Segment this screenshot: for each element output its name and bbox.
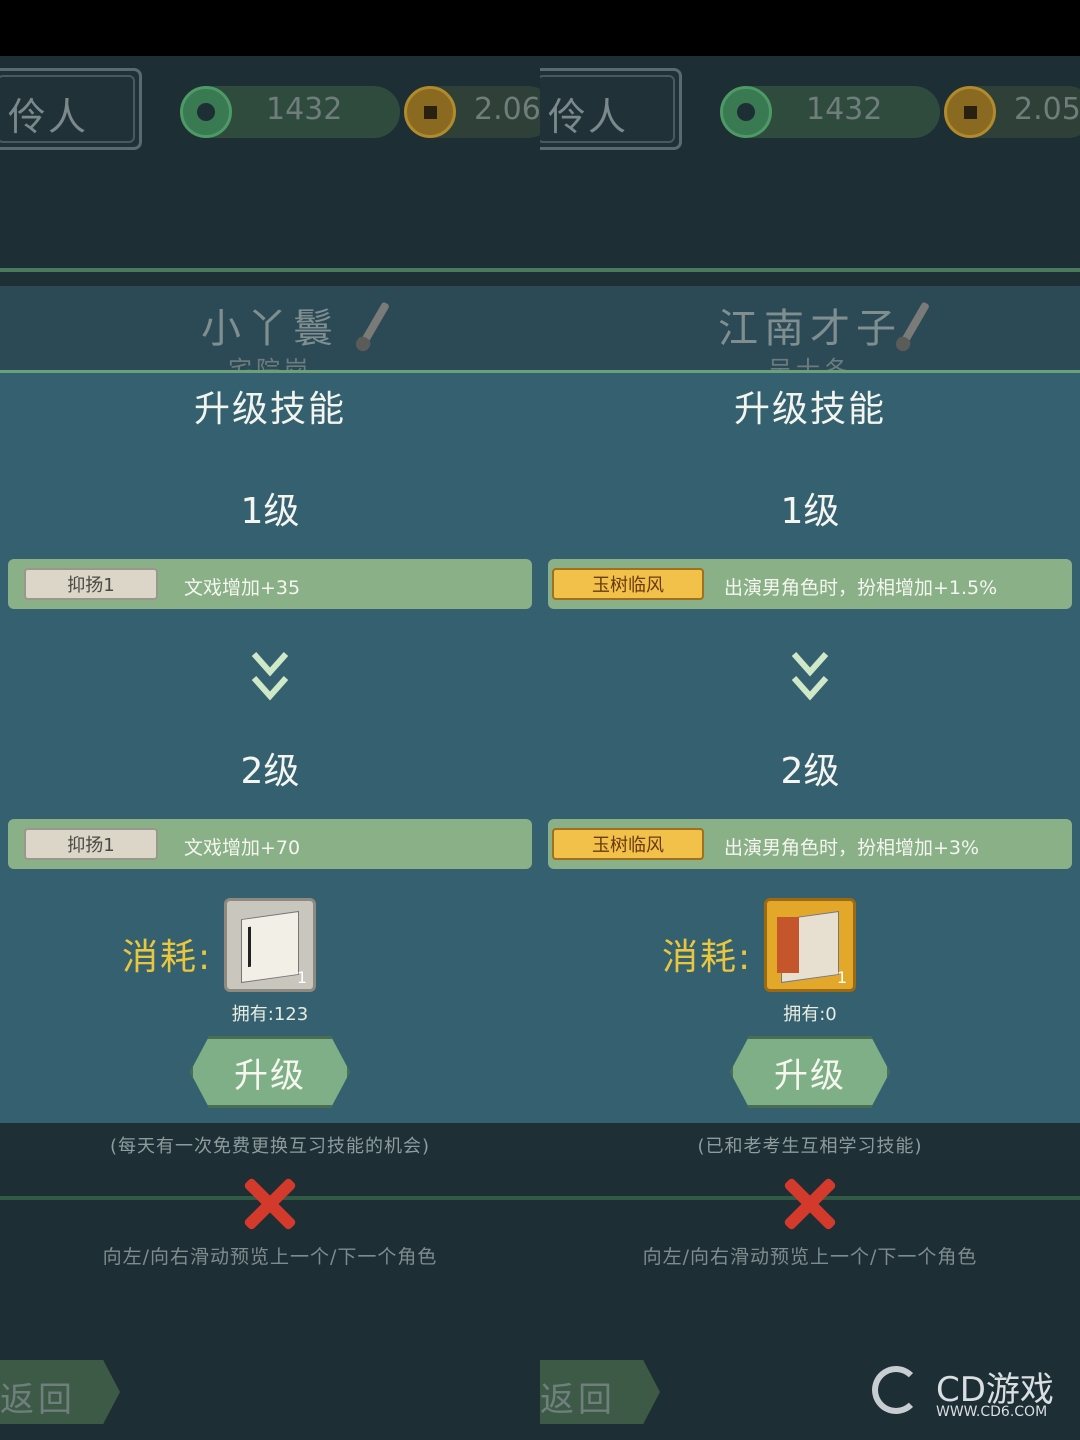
skill-badge: 玉树临风 <box>552 568 704 600</box>
skill-badge: 玉树临风 <box>552 828 704 860</box>
skill-badge: 抑扬1 <box>24 568 158 600</box>
status-bar <box>540 0 1080 56</box>
category-tag[interactable]: 伶人 <box>548 86 628 141</box>
upgrade-button-label[interactable]: 升级 <box>730 1048 890 1097</box>
skill-badge: 抑扬1 <box>24 828 158 860</box>
back-button-label[interactable]: 返回 <box>0 1372 76 1421</box>
owned-count: 拥有:123 <box>231 1004 309 1025</box>
item-count: 1 <box>296 968 307 987</box>
jade-value: 1432 <box>806 92 883 127</box>
coin-icon <box>404 86 456 138</box>
upgrade-button-label[interactable]: 升级 <box>190 1048 350 1097</box>
skill-description: 文戏增加+70 <box>184 837 301 859</box>
info-note: (已和老考生互相学习技能) <box>697 1136 923 1157</box>
skill-item-icon[interactable]: 1 <box>764 898 856 992</box>
skill-description: 出演男角色时，扮相增加+1.5% <box>724 577 998 599</box>
info-note: (每天有一次免费更换互习技能的机会) <box>109 1136 431 1157</box>
owned-count: 拥有:0 <box>783 1004 837 1025</box>
skill-description: 出演男角色时，扮相增加+3% <box>724 837 980 859</box>
watermark: CD游戏 WWW.CD6.COM <box>872 1362 1072 1426</box>
watermark-sub: WWW.CD6.COM <box>936 1404 1048 1420</box>
coin-icon <box>944 86 996 138</box>
cd-logo-icon <box>872 1366 920 1414</box>
close-icon[interactable] <box>782 1176 838 1232</box>
item-count: 1 <box>836 968 847 987</box>
next-level: 2级 <box>780 751 840 792</box>
chevron-down-icon <box>251 652 289 701</box>
skill-description: 文戏增加+35 <box>184 577 301 599</box>
jade-value: 1432 <box>266 92 343 127</box>
category-tag[interactable]: 伶人 <box>8 86 88 141</box>
character-name: 小丫鬟 <box>201 306 339 352</box>
jade-icon <box>180 86 232 138</box>
coin-value: 2.06 <box>474 92 540 127</box>
cost-label: 消耗: <box>122 937 213 978</box>
dialog-title: 升级技能 <box>733 389 886 430</box>
swipe-hint: 向左/向右滑动预览上一个/下一个角色 <box>642 1246 978 1268</box>
current-level: 1级 <box>240 491 300 532</box>
status-bar <box>0 0 540 56</box>
back-button-label[interactable]: 返回 <box>540 1372 616 1421</box>
character-subtitle: 宅院岗 <box>228 356 312 370</box>
close-icon[interactable] <box>242 1176 298 1232</box>
divider <box>0 268 540 272</box>
cost-label: 消耗: <box>662 937 753 978</box>
jade-icon <box>720 86 772 138</box>
character-name: 江南才子 <box>718 306 902 352</box>
preview-panel-left: 伶人 1432 2.06 小丫鬟 宅院岗 升级技能 1级 抑扬1 文戏增加+35… <box>0 0 540 1440</box>
dialog-title: 升级技能 <box>193 389 346 430</box>
current-level: 1级 <box>780 491 840 532</box>
preview-panel-right: 伶人 1432 2.05 江南才子 吴士冬 升级技能 1级 玉树临风 出演男角色… <box>540 0 1080 1440</box>
coin-value: 2.05 <box>1014 92 1080 127</box>
next-level: 2级 <box>240 751 300 792</box>
divider <box>540 268 1080 272</box>
chevron-down-icon <box>791 652 829 701</box>
character-subtitle: 吴士冬 <box>768 356 852 370</box>
swipe-hint: 向左/向右滑动预览上一个/下一个角色 <box>102 1246 438 1268</box>
skill-item-icon[interactable]: 1 <box>224 898 316 992</box>
